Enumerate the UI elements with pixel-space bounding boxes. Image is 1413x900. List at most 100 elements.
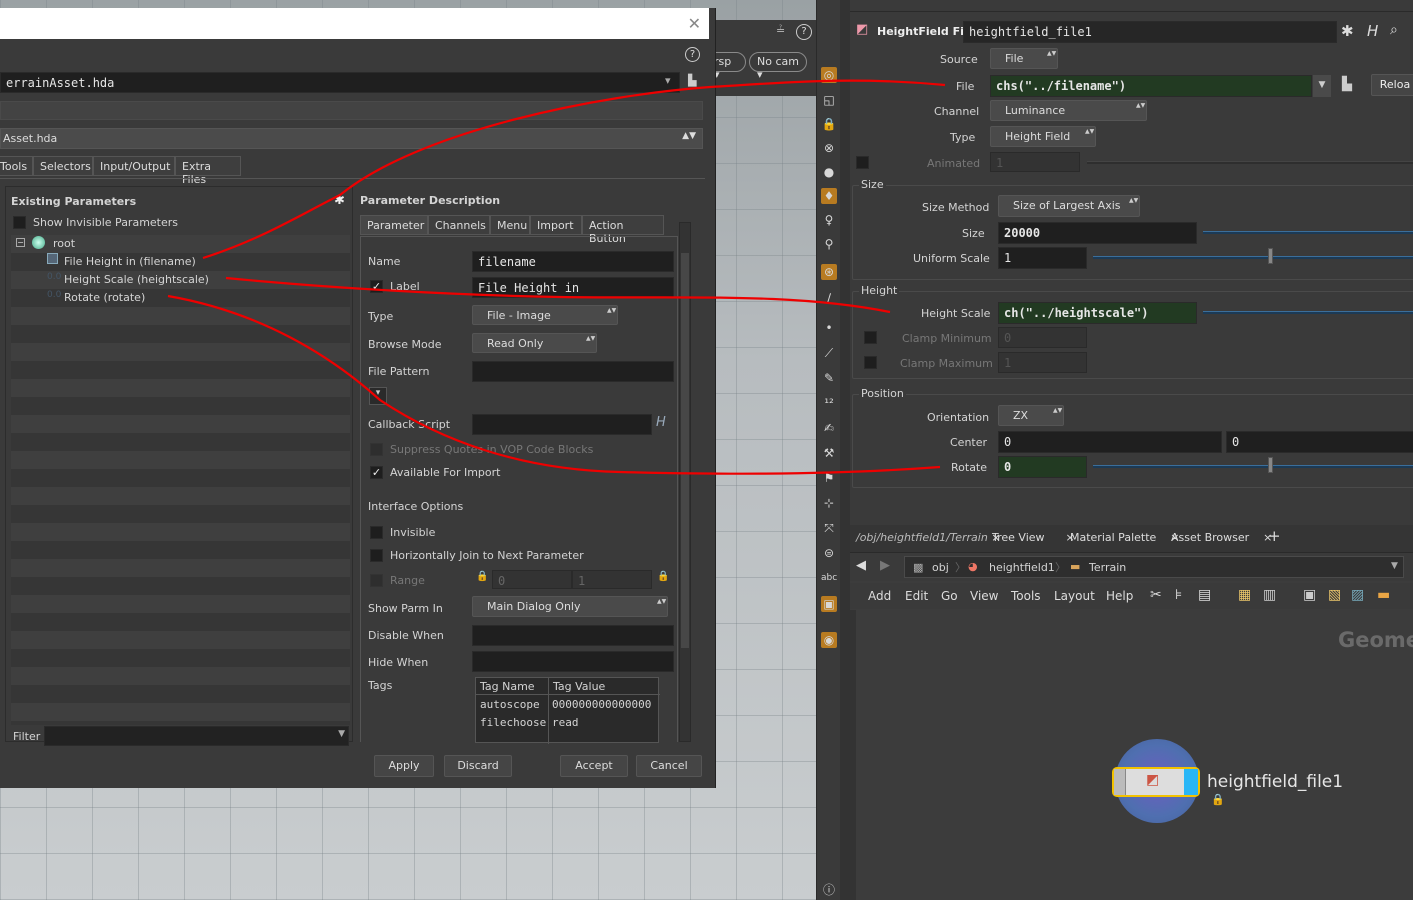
node-display-flag[interactable] [1184,769,1198,795]
info-icon[interactable]: ⓘ [821,882,837,898]
list-icon[interactable]: ▤ [1198,587,1211,603]
name-input[interactable]: filename [472,251,674,272]
gear-icon[interactable]: ✱ [334,193,345,208]
lock-min-icon[interactable]: 🔒 [476,571,488,582]
tab-import[interactable]: Import [530,215,582,235]
menu-layout[interactable]: Layout [1054,589,1095,603]
add-tab-icon[interactable]: + [1262,525,1287,549]
save-to-library-dropdown[interactable]: Asset.hda ▲▼ [0,128,703,149]
tab-menu[interactable]: Menu [490,215,530,235]
pattern-menu-icon[interactable]: ▾ [369,387,387,405]
apply-button[interactable]: Apply [374,755,434,777]
close-icon[interactable]: ✕ [688,14,701,33]
tree-layout-icon[interactable]: ⊧ [1175,587,1182,603]
browse-mode-dropdown[interactable]: Read Only [472,333,597,353]
type-dropdown[interactable]: File - Image [472,305,618,325]
tab-input-output[interactable]: Input/Output [93,156,175,176]
script-language-icon[interactable]: H [656,415,666,430]
hide-when-input[interactable] [472,651,674,672]
uniform-scale-slider[interactable] [1093,256,1413,259]
measure-icon[interactable]: ¹² [821,395,837,411]
size-method-dropdown[interactable]: Size of Largest Axis [998,195,1140,217]
dot-icon[interactable]: ▬ [1377,587,1390,603]
tag-row-name[interactable]: autoscope [480,698,540,711]
uniform-scale-input[interactable]: 1 [998,247,1087,269]
transform-icon[interactable]: ⊹ [821,495,837,511]
animated-checkbox[interactable] [856,156,869,169]
snap-icon[interactable]: ⊗ [821,140,837,156]
network-grid-icon[interactable]: ▥ [1263,587,1276,603]
rotate-slider[interactable] [1093,465,1413,468]
tree-root[interactable]: root [53,237,75,250]
operator-type-field[interactable] [0,101,703,120]
accept-button[interactable]: Accept [560,755,628,777]
display-options-icon[interactable]: ≟ [776,24,785,37]
file-dropdown-icon[interactable]: ▼ [1313,75,1331,97]
tree-item-rotate[interactable]: Rotate (rotate) [64,291,145,304]
image-tool-icon[interactable]: ▣ [821,596,837,612]
invisible-checkbox[interactable] [370,526,383,539]
height-scale-input[interactable]: ch("../heightscale") [998,302,1197,324]
animated-slider[interactable] [1087,161,1413,164]
marker-icon[interactable]: ◉ [821,632,837,648]
height-scale-slider[interactable] [1203,311,1413,314]
sphere-icon[interactable]: ● [821,164,837,180]
menu-go[interactable]: Go [941,589,958,603]
hjoin-checkbox[interactable] [370,549,383,562]
object-icon[interactable]: ⊜ [821,545,837,561]
clamp-min-checkbox[interactable] [864,331,877,344]
tag-row-value[interactable]: read [552,716,579,729]
heightfield-file-node[interactable]: ◩ [1112,767,1200,797]
tab-tools[interactable]: Tools [0,156,33,176]
node-name-label[interactable]: heightfield_file1 [1207,772,1343,792]
breadcrumb-terrain[interactable]: Terrain [1089,561,1126,574]
tag-row-value[interactable]: 000000000000000 [552,698,651,711]
suppress-quotes-checkbox[interactable] [370,443,383,456]
range-min-input[interactable]: 0 [492,570,572,589]
label-checkbox[interactable]: ✓ [370,280,383,293]
breadcrumb-obj[interactable]: obj [932,561,949,574]
gear-icon[interactable]: ✱ [1341,22,1354,40]
file-pattern-input[interactable] [472,361,674,382]
search-icon[interactable]: ⌕ [1390,22,1398,38]
pen-icon[interactable]: ✎ [821,370,837,386]
tag-row-name[interactable]: filechoose [480,716,546,729]
clamp-max-input[interactable]: 1 [998,352,1087,373]
tab-network-path[interactable]: /obj/heightfield1/Terrain × [850,525,1007,549]
help-script-icon[interactable]: H [1367,22,1378,40]
help-icon[interactable]: ? [796,24,812,40]
source-dropdown[interactable]: File [990,48,1058,69]
back-arrow-icon[interactable]: ◀ [856,558,866,573]
tab-selectors[interactable]: Selectors [33,156,93,176]
show-parm-dropdown[interactable]: Main Dialog Only [472,596,668,617]
description-scrollbar[interactable] [679,222,691,742]
range-checkbox[interactable] [370,574,383,587]
menu-help[interactable]: Help [1106,589,1133,603]
camera-tool-icon[interactable]: ⊛ [821,264,837,280]
discard-button[interactable]: Discard [444,755,512,777]
size-input[interactable]: 20000 [998,222,1197,244]
reload-button[interactable]: Reloa [1371,74,1413,96]
disable-when-input[interactable] [472,625,674,646]
cancel-button[interactable]: Cancel [636,755,702,777]
forward-arrow-icon[interactable]: ▶ [880,558,890,573]
callback-input[interactable] [472,414,652,435]
rotate-input[interactable]: 0 [998,456,1087,478]
paint-icon[interactable]: ✍ [821,420,837,436]
rotate-knob[interactable] [1268,457,1273,473]
menu-edit[interactable]: Edit [905,589,928,603]
library-path-field[interactable]: errainAsset.hda [0,72,680,93]
dialog-help-icon[interactable]: ? [685,47,700,62]
lock-icon[interactable]: 🔒 [821,116,837,132]
image-icon[interactable]: ▨ [1351,587,1364,603]
breadcrumb-heightfield1[interactable]: heightfield1 [989,561,1055,574]
tab-extra-files[interactable]: Extra Files [175,156,241,186]
tree-item-heightscale[interactable]: Height Scale (heightscale) [64,273,209,286]
clamp-min-input[interactable]: 0 [998,327,1087,348]
grid-icon[interactable]: ▦ [1238,587,1251,603]
menu-view[interactable]: View [970,589,998,603]
node-bypass-flag[interactable] [1114,769,1126,795]
light-icon[interactable]: ♦ [821,188,837,204]
type-dropdown[interactable]: Height Field [990,126,1096,147]
clamp-max-checkbox[interactable] [864,356,877,369]
